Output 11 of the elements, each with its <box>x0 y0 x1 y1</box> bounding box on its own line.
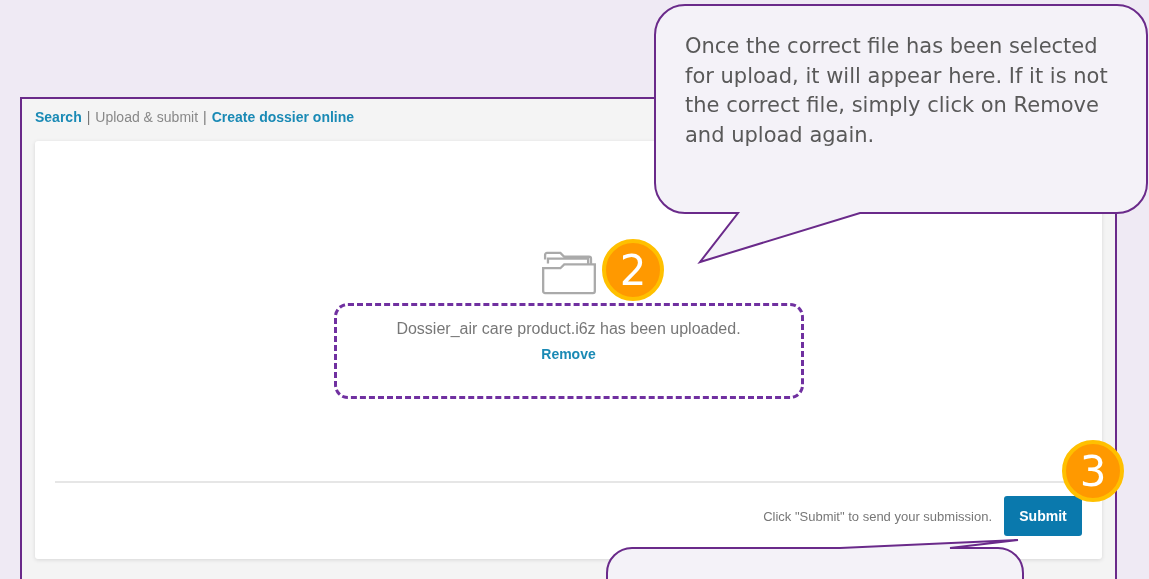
remove-link[interactable]: Remove <box>541 346 596 362</box>
callout-text: Once the correct file has been selected for upload, it will appear here. If it is not the correct file, simply click on Remove and upload again. <box>685 33 1109 149</box>
folder-icon <box>540 251 597 295</box>
submit-hint: Click "Submit" to send your submission. <box>763 508 992 524</box>
breadcrumb-separator: | <box>86 109 91 125</box>
breadcrumb-separator: | <box>203 109 207 125</box>
upload-message: Dossier_air care product.i6z has been uploaded. <box>396 320 741 338</box>
submit-button[interactable]: Submit <box>1004 496 1082 536</box>
breadcrumb-link[interactable]: Search <box>35 109 82 125</box>
breadcrumb-link[interactable]: Create dossier online <box>211 109 355 125</box>
breadcrumb-link[interactable]: Upload & submit <box>95 109 199 125</box>
